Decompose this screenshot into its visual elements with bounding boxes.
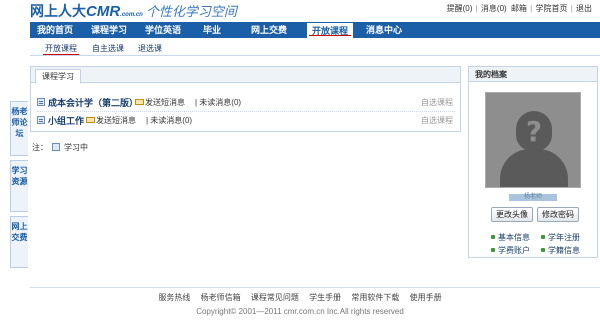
logo-text: 网上人大 <box>30 3 86 19</box>
sub-nav: 开放课程 自主选课 退选课 <box>30 38 600 56</box>
student-status-link[interactable]: 学籍信息 <box>541 245 580 256</box>
side-tabs: 杨老师论坛 学习资源 网上交费 <box>10 101 28 272</box>
footer-user-manual-link[interactable]: 使用手册 <box>410 293 442 302</box>
envelope-icon <box>86 116 95 123</box>
course-status: 自选课程 <box>421 116 453 125</box>
site-logo[interactable]: 网上人大CMR.com.cn 个性化学习空间 <box>30 1 237 21</box>
logo-domain: .com.cn <box>120 12 143 18</box>
nav-degree-english[interactable]: 学位英语 <box>142 22 184 38</box>
logout-link[interactable]: 退出 <box>576 4 592 13</box>
envelope-icon <box>135 98 144 105</box>
subnav-open-courses[interactable]: 开放课程 <box>43 43 79 55</box>
footer-faq-link[interactable]: 课程常见问题 <box>251 293 299 302</box>
legend: 注： 学习中 <box>32 142 88 153</box>
nav-open-courses[interactable]: 开放课程 <box>307 22 353 38</box>
change-password-button[interactable]: 修改密码 <box>537 207 579 222</box>
mailbox-link[interactable]: 邮箱 <box>511 4 527 13</box>
unread-messages: | 未读消息(0) <box>146 116 193 125</box>
header: 网上人大CMR.com.cn 个性化学习空间 提醒(0) | 消息(0) 邮箱 |… <box>0 0 600 22</box>
profile-panel: 我的档案 ? 杨老师 更改头像 修改密码 基本信息 学年注册 学费账户 学籍信息 <box>468 66 598 258</box>
bullet-icon <box>541 234 545 239</box>
row-divider <box>37 111 455 112</box>
subnav-drop-course[interactable]: 退选课 <box>138 43 162 54</box>
separator: | <box>473 4 480 13</box>
annual-registration-link[interactable]: 学年注册 <box>541 232 580 243</box>
sidetab-label: 学习资源 <box>11 166 28 186</box>
profile-title: 我的档案 <box>469 67 597 82</box>
nav-graduation[interactable]: 毕业 <box>198 22 226 38</box>
link-label: 学费账户 <box>498 246 530 255</box>
send-message-label: 发送短消息 <box>96 116 136 125</box>
link-label: 学年注册 <box>548 233 580 242</box>
legend-prefix: 注： <box>32 143 48 152</box>
footer-divider <box>30 287 600 288</box>
nav-course-study[interactable]: 课程学习 <box>88 22 130 38</box>
course-name-link[interactable]: 成本会计学（第二版） <box>48 96 138 109</box>
avatar: ? <box>485 92 581 188</box>
footer-hotline-link[interactable]: 服务热线 <box>158 293 190 302</box>
nav-online-payment[interactable]: 网上交费 <box>248 22 290 38</box>
separator: | <box>527 4 535 13</box>
course-status: 自选课程 <box>421 98 453 107</box>
unread-messages: | 未读消息(0) <box>195 98 242 107</box>
bullet-icon <box>491 234 495 239</box>
course-name-link[interactable]: 小组工作 <box>48 114 84 127</box>
book-icon <box>52 142 60 151</box>
college-home-link[interactable]: 学院首页 <box>535 4 567 13</box>
tab-course-study[interactable]: 课程学习 <box>35 69 81 84</box>
separator <box>508 4 510 13</box>
footer-software-download-link[interactable]: 常用软件下载 <box>351 293 399 302</box>
question-mark-icon: ? <box>525 115 543 148</box>
footer-links: 服务热线 杨老师信箱 课程常见问题 学生手册 常用软件下载 使用手册 <box>0 292 600 303</box>
link-label: 学籍信息 <box>548 246 580 255</box>
username: 杨老师 <box>509 194 557 201</box>
send-message-link[interactable]: 发送短消息 <box>135 97 185 108</box>
copyright: Copyright© 2001—2011 cmr.com.cn Inc.All … <box>196 307 404 316</box>
logo-slogan: 个性化学习空间 <box>145 5 237 20</box>
courses-panel: 课程学习 成本会计学（第二版） 发送短消息 | 未读消息(0) 自选课程 小组工… <box>30 66 461 132</box>
link-label: 基本信息 <box>498 233 530 242</box>
legend-label: 学习中 <box>64 143 88 152</box>
sidetab-learning-resources[interactable]: 学习资源 <box>10 160 28 212</box>
sidetab-online-payment[interactable]: 网上交费 <box>10 216 28 268</box>
footer-teacher-mailbox-link[interactable]: 杨老师信箱 <box>201 293 241 302</box>
sidetab-label: 杨老师论坛 <box>11 107 28 138</box>
nav-message-center[interactable]: 消息中心 <box>363 22 405 38</box>
tuition-account-link[interactable]: 学费账户 <box>491 245 530 256</box>
messages-link[interactable]: 消息(0) <box>481 4 507 13</box>
logo-brand: CMR <box>86 3 121 20</box>
sidetab-label: 网上交费 <box>11 222 28 242</box>
avatar-body <box>500 149 568 187</box>
top-links: 提醒(0) | 消息(0) 邮箱 | 学院首页 | 退出 <box>447 3 592 14</box>
basic-info-link[interactable]: 基本信息 <box>491 232 530 243</box>
bullet-icon <box>491 247 495 252</box>
book-icon <box>37 98 45 106</box>
main-nav: 我的首页 课程学习 学位英语 毕业 网上交费 开放课程 消息中心 <box>30 22 600 38</box>
course-row: 成本会计学（第二版） 发送短消息 | 未读消息(0) 自选课程 <box>37 95 455 112</box>
book-icon <box>37 116 45 124</box>
footer-student-handbook-link[interactable]: 学生手册 <box>309 293 341 302</box>
separator: | <box>568 4 575 13</box>
send-message-link[interactable]: 发送短消息 <box>86 115 136 126</box>
bullet-icon <box>541 247 545 252</box>
change-avatar-button[interactable]: 更改头像 <box>491 207 533 222</box>
course-row: 小组工作 发送短消息 | 未读消息(0) 自选课程 <box>37 113 455 127</box>
sidetab-teacher-forum[interactable]: 杨老师论坛 <box>10 101 28 156</box>
subnav-self-select[interactable]: 自主选课 <box>92 43 124 54</box>
panel-tabbar: 课程学习 <box>31 67 460 84</box>
send-message-label: 发送短消息 <box>145 98 185 107</box>
reminders-link[interactable]: 提醒(0) <box>447 4 473 13</box>
nav-my-home[interactable]: 我的首页 <box>34 22 76 38</box>
